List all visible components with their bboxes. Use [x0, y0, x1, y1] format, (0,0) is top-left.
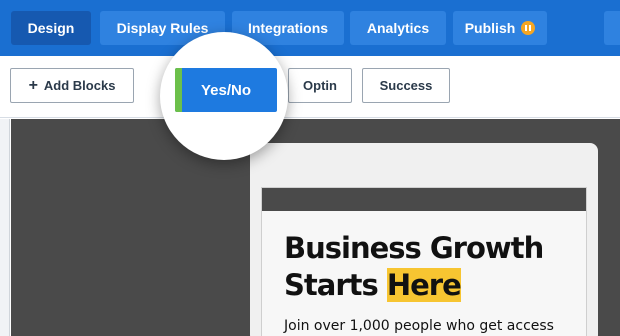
optin-view-label: Optin [303, 78, 337, 93]
headline-prefix: Starts [284, 268, 387, 302]
pause-icon [521, 21, 536, 35]
headline-highlight: Here [386, 268, 462, 302]
optin-view-button[interactable]: Optin [288, 68, 352, 103]
preview-headline[interactable]: Business Growth Starts Here [284, 230, 544, 304]
editor-toolbar: + Add Blocks Optin Success [0, 56, 620, 118]
headline-line-1: Business Growth [284, 231, 544, 265]
plus-icon: + [28, 76, 38, 94]
top-nav: Design Display Rules Integrations Analyt… [0, 0, 620, 56]
headline-line-2: Starts Here [284, 267, 543, 304]
tab-design-label: Design [27, 20, 75, 36]
add-blocks-button[interactable]: + Add Blocks [10, 68, 134, 103]
preview-subtext[interactable]: Join over 1,000 people who get access [284, 318, 554, 334]
tab-design[interactable]: Design [11, 11, 91, 45]
campaign-preview[interactable]: Business Growth Starts Here Join over 1,… [261, 187, 587, 336]
yes-no-view-button[interactable]: Yes/No [175, 68, 277, 112]
yes-no-view-label: Yes/No [200, 81, 252, 99]
tab-integrations-label: Integrations [247, 20, 329, 36]
tab-analytics[interactable]: Analytics [350, 11, 446, 45]
tab-publish[interactable]: Publish [453, 11, 547, 45]
success-view-button[interactable]: Success [362, 68, 450, 103]
add-blocks-label: Add Blocks [43, 78, 116, 93]
tab-overflow[interactable] [604, 11, 620, 45]
tab-publish-label: Publish [464, 20, 516, 36]
left-panel [0, 119, 10, 336]
yes-no-accent-bar [175, 68, 182, 112]
tab-analytics-label: Analytics [366, 20, 430, 36]
preview-top-bar [262, 188, 586, 211]
success-view-label: Success [379, 78, 433, 93]
tab-display-rules-label: Display Rules [116, 20, 209, 36]
